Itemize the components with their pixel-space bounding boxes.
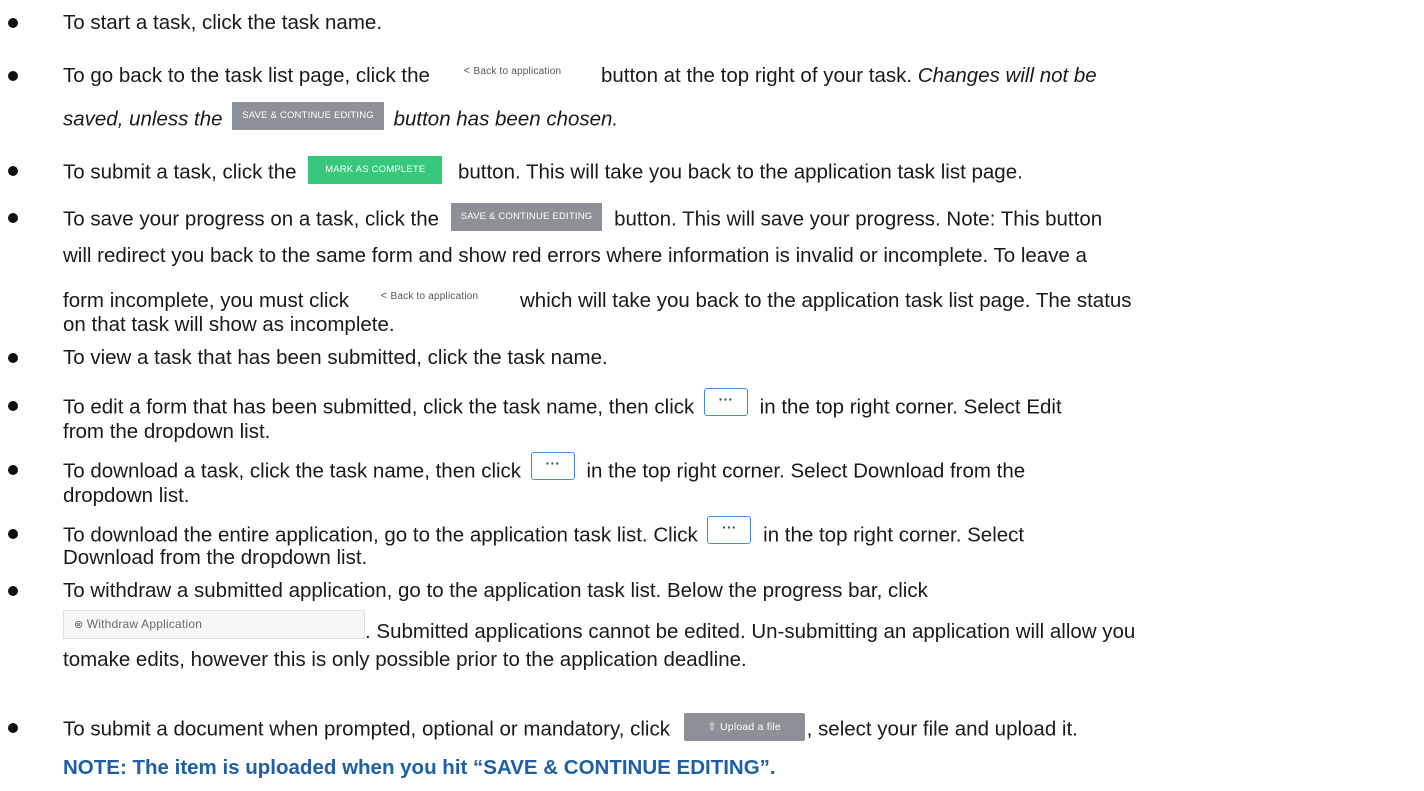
instruction-text: To edit a form that has been submitted, … [63, 395, 695, 419]
save-continue-button[interactable]: SAVE & CONTINUE EDITING [450, 203, 603, 231]
bullet-dot [8, 723, 18, 733]
instruction-text: in the top right corner. Select Download… [586, 459, 1026, 483]
instruction-text: button has been chosen. [393, 107, 619, 131]
instruction-download-application-cont: Download from the dropdown list. [63, 546, 367, 570]
instruction-text: , select your file and upload it. [806, 717, 1078, 741]
instruction-text: To start a task, click the task name. [63, 11, 383, 34]
instruction-text: dropdown list. [63, 484, 190, 507]
instruction-text: button. This will take you back to the a… [457, 160, 1023, 184]
instruction-withdraw-cont: ⊗ Withdraw Application. Submitted applic… [63, 610, 1136, 647]
mark-as-complete-button[interactable]: MARK AS COMPLETE [308, 156, 443, 184]
x-circle-icon: ⊗ [74, 619, 87, 631]
note-label: NOTE: [63, 756, 127, 779]
instruction-download-task: To download a task, click the task name,… [63, 452, 1026, 486]
more-options-button[interactable]: ··· [703, 388, 748, 416]
instruction-text: will redirect you back to the same form … [63, 244, 1087, 267]
instruction-text: To submit a document when prompted, opti… [63, 717, 670, 741]
instruction-warning: Changes will not be [917, 64, 1097, 87]
bullet-dot [8, 18, 18, 28]
instruction-text: button at the top right of your task. [600, 64, 913, 87]
instruction-withdraw-cont: tomake edits, however this is only possi… [63, 648, 747, 672]
instruction-text: tomake edits, however this is only possi… [63, 648, 747, 671]
instruction-edit-form: To edit a form that has been submitted, … [63, 388, 1062, 422]
withdraw-application-button[interactable]: ⊗ Withdraw Application [63, 610, 365, 639]
bullet-dot [8, 529, 18, 539]
instructions-page: To start a task, click the task name. To… [0, 0, 1424, 791]
instruction-upload: To submit a document when prompted, opti… [63, 713, 1078, 744]
instruction-text: button. This will save your progress. No… [614, 207, 1103, 231]
instruction-text: To download the entire application, go t… [63, 523, 698, 547]
instruction-text: To withdraw a submitted application, go … [63, 579, 928, 602]
instruction-view-task: To view a task that has been submitted, … [63, 346, 608, 370]
back-to-application-button[interactable]: < Back to application [367, 284, 493, 308]
instruction-text: Download from the dropdown list. [63, 546, 368, 569]
save-continue-button[interactable]: SAVE & CONTINUE EDITING [232, 102, 384, 130]
instruction-text: . Submitted applications cannot be edite… [365, 619, 1136, 643]
instruction-text: which will take you back to the applicat… [520, 289, 1132, 312]
instruction-go-back-cont: saved, unless the SAVE & CONTINUE EDITIN… [63, 102, 619, 134]
instruction-save-progress-cont: will redirect you back to the same form … [63, 244, 1087, 268]
instruction-text: saved, unless the [63, 107, 223, 131]
chevron-left-icon: < [463, 64, 474, 77]
instruction-go-back: To go back to the task list page, click … [63, 64, 1097, 89]
instruction-edit-form-cont: from the dropdown list. [63, 420, 270, 444]
bullet-dot [8, 213, 18, 223]
instruction-start-task: To start a task, click the task name. [63, 11, 382, 35]
back-to-application-button[interactable]: < Back to application [450, 59, 576, 83]
instruction-text: To save your progress on a task, click t… [63, 207, 440, 231]
instruction-submit-task: To submit a task, click the MARK AS COMP… [63, 156, 1023, 187]
chevron-left-icon: < [380, 289, 391, 302]
bullet-dot [8, 353, 18, 363]
instruction-download-task-cont: dropdown list. [63, 484, 189, 508]
bullet-dot [8, 465, 18, 475]
note-text: The item is uploaded when you hit “SAVE … [132, 756, 776, 779]
instruction-text: form incomplete, you must click [63, 289, 349, 312]
instruction-text: To go back to the task list page, click … [63, 64, 430, 87]
instruction-text: in the top right corner. Select [763, 523, 1025, 547]
instruction-save-progress-cont: form incomplete, you must click < Back t… [63, 289, 1132, 314]
instruction-withdraw: To withdraw a submitted application, go … [63, 579, 928, 603]
instruction-text: in the top right corner. Select Edit [759, 395, 1062, 419]
instruction-text: on that task will show as incomplete. [63, 313, 395, 336]
instruction-text: To submit a task, click the [63, 160, 297, 184]
instruction-text: To download a task, click the task name,… [63, 459, 522, 483]
instruction-save-progress-cont: on that task will show as incomplete. [63, 313, 395, 337]
instruction-upload-note: NOTE: The item is uploaded when you hit … [63, 756, 776, 780]
more-options-button[interactable]: ··· [707, 516, 752, 544]
bullet-dot [8, 71, 18, 81]
bullet-dot [8, 166, 18, 176]
instruction-text: from the dropdown list. [63, 420, 271, 443]
bullet-dot [8, 401, 18, 411]
instruction-save-progress: To save your progress on a task, click t… [63, 203, 1103, 234]
upload-file-button[interactable]: ⇧ Upload a file [683, 713, 805, 741]
bullet-dot [8, 586, 18, 596]
upload-icon: ⇧ [707, 721, 720, 733]
more-options-button[interactable]: ··· [530, 452, 575, 480]
instruction-text: To view a task that has been submitted, … [63, 346, 608, 369]
